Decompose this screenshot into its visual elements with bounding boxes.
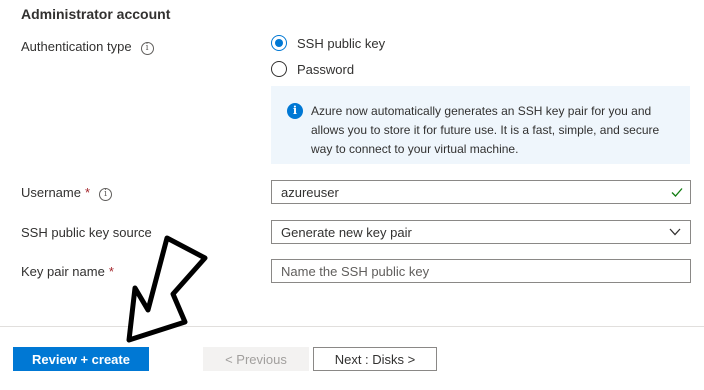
required-mark: *: [84, 185, 91, 200]
annotation-arrow: [126, 235, 208, 343]
ssh-source-selected: Generate new key pair: [281, 224, 412, 240]
ssh-info-text: Azure now automatically generates an SSH…: [311, 104, 660, 156]
radio-ssh-public-key[interactable]: SSH public key: [271, 35, 385, 51]
ssh-info-box: i Azure now automatically generates an S…: [271, 86, 690, 164]
radio-label-password: Password: [297, 61, 355, 77]
key-pair-name-label: Key pair name *: [21, 264, 114, 279]
footer-divider: [0, 326, 704, 327]
next-disks-button[interactable]: Next : Disks >: [313, 347, 437, 371]
username-field[interactable]: [271, 180, 691, 204]
required-mark: *: [108, 264, 114, 279]
info-icon: i: [287, 103, 303, 119]
username-label: Username * i: [21, 185, 113, 201]
chevron-down-icon: [669, 228, 681, 236]
radio-button-checked[interactable]: [271, 35, 287, 51]
review-create-button[interactable]: Review + create: [13, 347, 149, 371]
key-pair-name-input[interactable]: [281, 263, 681, 279]
info-icon[interactable]: i: [140, 42, 154, 55]
radio-label-ssh: SSH public key: [297, 35, 386, 51]
info-icon[interactable]: i: [99, 188, 113, 201]
previous-button[interactable]: < Previous: [203, 347, 309, 371]
section-title: Administrator account: [21, 6, 171, 22]
username-label-text: Username: [21, 185, 81, 200]
key-pair-name-label-text: Key pair name: [21, 264, 105, 279]
key-pair-name-field[interactable]: [271, 259, 691, 283]
radio-button-unchecked[interactable]: [271, 61, 287, 77]
ssh-source-dropdown[interactable]: Generate new key pair: [271, 220, 691, 244]
radio-password[interactable]: Password: [271, 61, 354, 77]
check-icon: [671, 188, 683, 197]
auth-type-label: Authentication type i: [21, 39, 154, 55]
auth-type-label-text: Authentication type: [21, 39, 132, 54]
username-input[interactable]: [281, 184, 681, 200]
